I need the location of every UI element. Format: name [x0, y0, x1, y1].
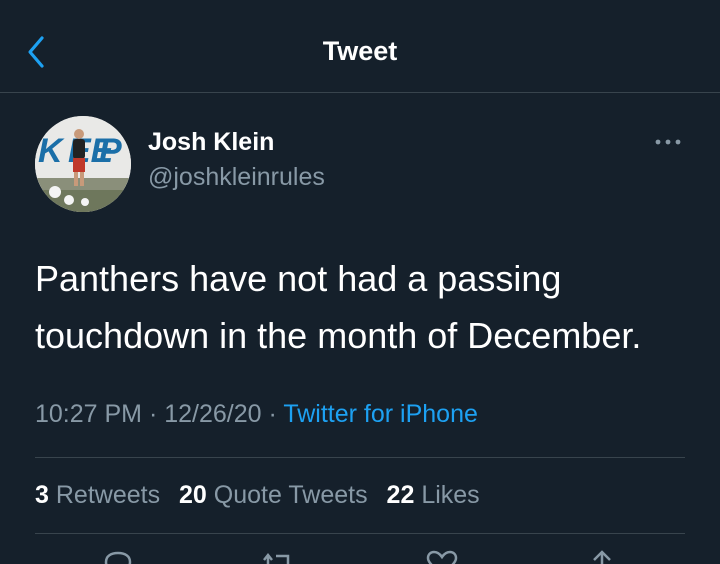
- like-icon: [426, 550, 458, 564]
- likes-stat[interactable]: 22 Likes: [387, 481, 480, 509]
- reply-icon: [104, 551, 132, 564]
- engagement-stats: 3 Retweets 20 Quote Tweets 22 Likes: [35, 481, 492, 510]
- divider: [35, 457, 685, 458]
- tweet-time: 10:27 PM: [35, 400, 143, 428]
- quote-tweets-stat[interactable]: 20 Quote Tweets: [179, 481, 368, 509]
- more-horizontal-icon: [655, 139, 681, 145]
- retweets-label: Retweets: [55, 481, 161, 509]
- quote-tweets-count: 20: [179, 481, 207, 509]
- tweet-date: 12/26/20: [164, 400, 262, 428]
- author-name[interactable]: Josh Klein: [148, 128, 274, 157]
- svg-text:K: K: [38, 132, 65, 170]
- divider: [35, 533, 685, 534]
- avatar-image: K P EE: [35, 116, 131, 212]
- tweet-source-link[interactable]: Twitter for iPhone: [283, 400, 478, 428]
- reply-button[interactable]: [98, 548, 138, 564]
- share-icon: [593, 550, 611, 564]
- like-button[interactable]: [422, 548, 462, 564]
- retweet-button[interactable]: [258, 548, 298, 564]
- more-options-button[interactable]: [652, 132, 686, 152]
- share-button[interactable]: [582, 548, 622, 564]
- author-handle[interactable]: @joshkleinrules: [148, 163, 325, 192]
- tweet-text: Panthers have not had a passing touchdow…: [35, 258, 642, 356]
- retweets-count: 3: [35, 481, 49, 509]
- avatar[interactable]: K P EE: [35, 116, 131, 212]
- quote-tweets-label: Quote Tweets: [213, 481, 368, 509]
- likes-label: Likes: [421, 481, 480, 509]
- tweet-detail-screen: Tweet K P EE Josh Klein @joshkleinrules: [0, 0, 720, 564]
- page-title: Tweet: [322, 36, 398, 66]
- meta-separator: ·: [268, 400, 284, 428]
- retweet-icon: [263, 552, 290, 564]
- retweets-stat[interactable]: 3 Retweets: [35, 481, 160, 509]
- likes-count: 22: [386, 481, 415, 509]
- tweet-meta: 10:27 PM · 12/26/20 · Twitter for iPhone: [35, 400, 478, 429]
- meta-separator: ·: [148, 400, 165, 428]
- top-bar: Tweet: [0, 0, 720, 93]
